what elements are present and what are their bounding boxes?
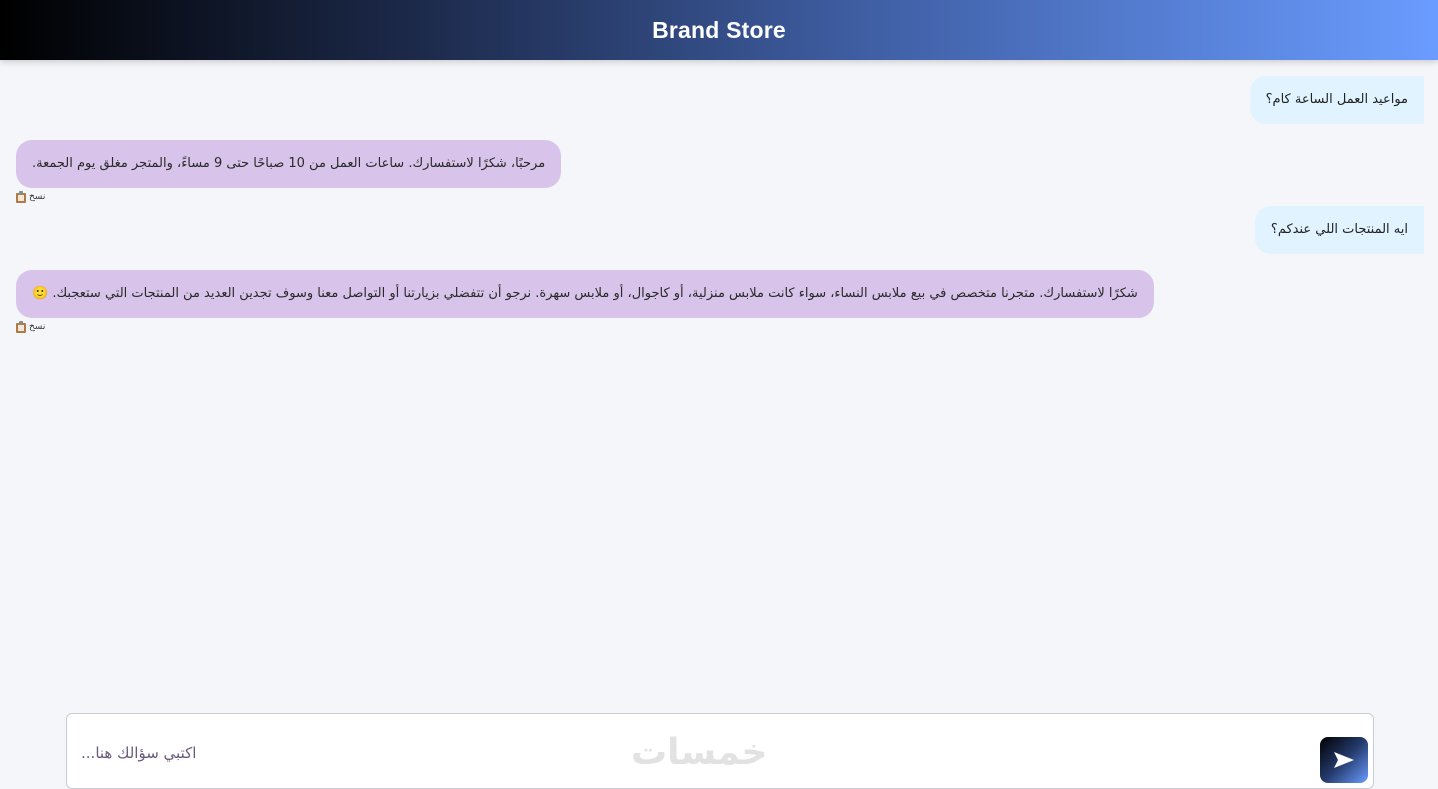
copy-label: نسخ: [29, 322, 46, 332]
bot-message: مرحبًا، شكرًا لاستفسارك. ساعات العمل من …: [16, 140, 562, 188]
store-title: Brand Store: [652, 16, 786, 43]
copy-button[interactable]: نسخ: [16, 320, 45, 334]
clipboard-icon: [16, 321, 26, 333]
send-button[interactable]: [1320, 737, 1368, 783]
message-composer: خمسات: [66, 713, 1374, 789]
app-header: Brand Store: [0, 0, 1438, 60]
send-arrow-icon: [1334, 752, 1354, 768]
copy-button[interactable]: نسخ: [16, 190, 45, 204]
user-message: مواعيد العمل الساعة كام؟: [1249, 76, 1424, 124]
clipboard-icon: [16, 191, 26, 203]
question-input[interactable]: [81, 728, 1301, 778]
bot-message: شكرًا لاستفسارك. متجرنا متخصص في بيع ملا…: [16, 270, 1154, 318]
chat-area: مواعيد العمل الساعة كام؟ مرحبًا، شكرًا ل…: [0, 60, 1438, 700]
user-message: ايه المنتجات اللي عندكم؟: [1254, 206, 1424, 254]
copy-label: نسخ: [29, 192, 46, 202]
